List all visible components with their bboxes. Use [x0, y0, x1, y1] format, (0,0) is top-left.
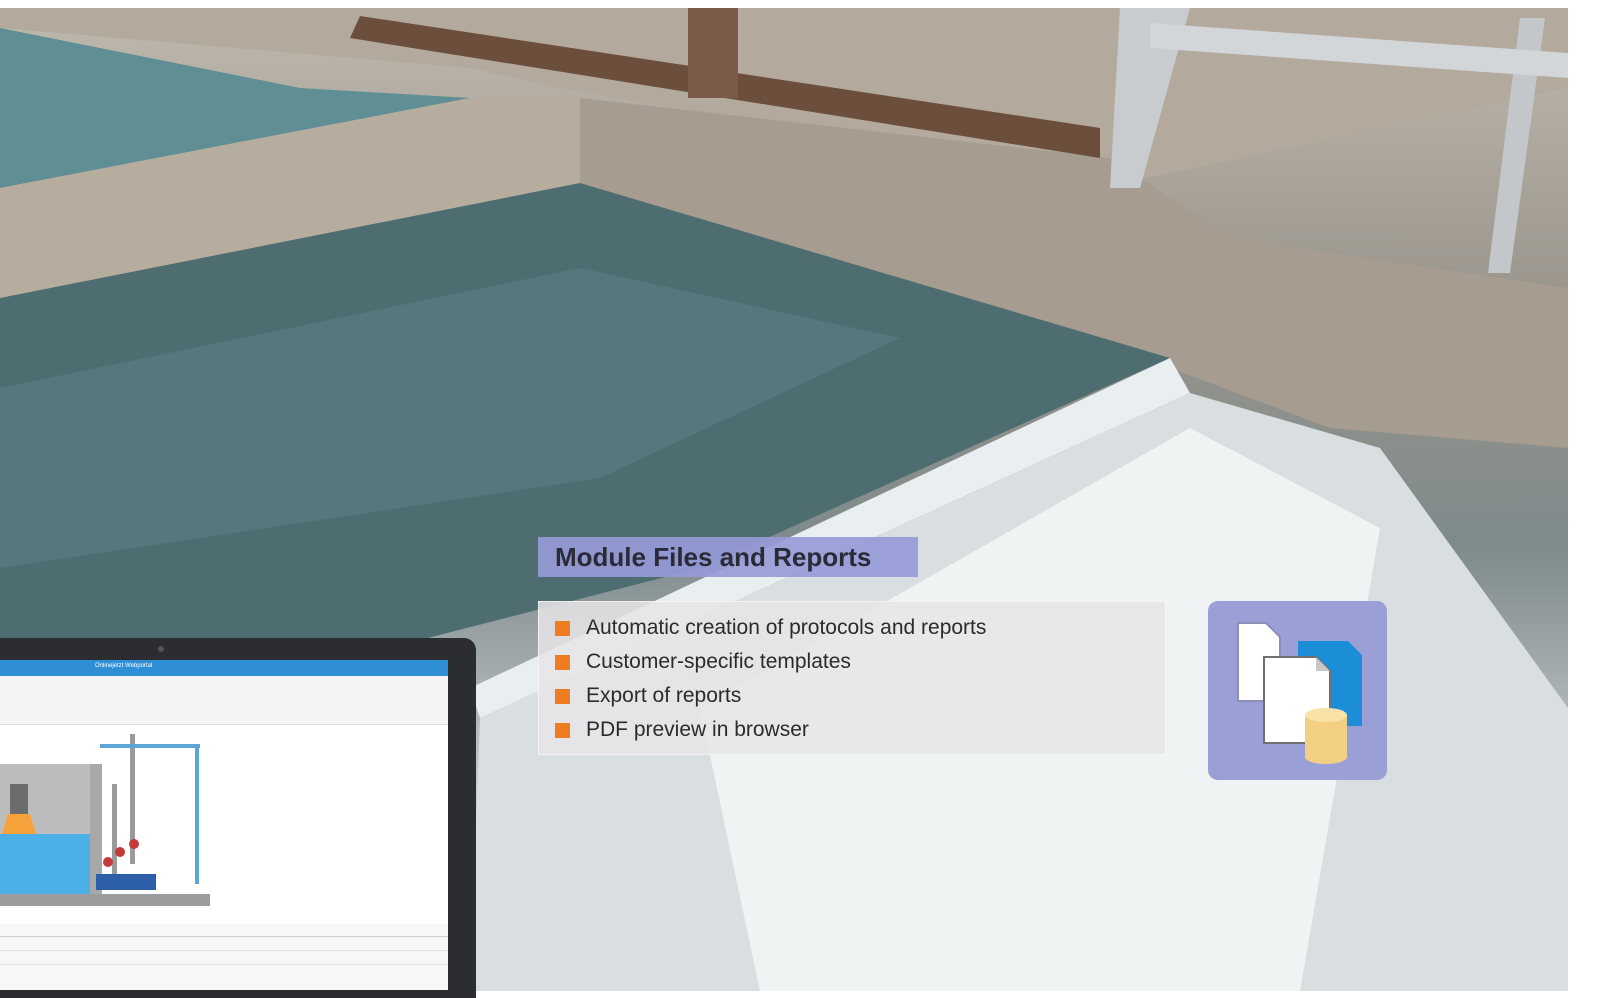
app-toolbar: [0, 676, 448, 725]
list-item: Automatic creation of protocols and repo…: [555, 614, 986, 648]
feature-text: PDF preview in browser: [586, 718, 809, 741]
laptop-mockup: Onlinejetzt Webportal: [0, 638, 476, 998]
feature-text: Automatic creation of protocols and repo…: [586, 616, 987, 639]
bullet-square: [555, 723, 570, 738]
files-database-icon: [1208, 601, 1387, 780]
feature-text: Export of reports: [586, 684, 742, 707]
list-item: Customer-specific templates: [555, 648, 986, 682]
bullet-square: [555, 621, 570, 636]
list-item: PDF preview in browser: [555, 716, 986, 750]
webcam: [158, 646, 164, 652]
section-title-box: Module Files and Reports: [538, 537, 918, 577]
bullet-square: [555, 689, 570, 704]
bullet-square: [555, 655, 570, 670]
laptop-screen: Onlinejetzt Webportal: [0, 660, 448, 990]
section-title: Module Files and Reports: [555, 542, 872, 572]
feature-text: Customer-specific templates: [586, 650, 851, 673]
list-item: Export of reports: [555, 682, 986, 716]
app-header-bar: Onlinejetzt Webportal: [0, 660, 448, 676]
feature-list: Automatic creation of protocols and repo…: [555, 614, 986, 750]
feature-box: Automatic creation of protocols and repo…: [538, 601, 1166, 755]
plant-diagram: [0, 734, 448, 990]
app-title: Onlinejetzt Webportal: [95, 663, 153, 669]
